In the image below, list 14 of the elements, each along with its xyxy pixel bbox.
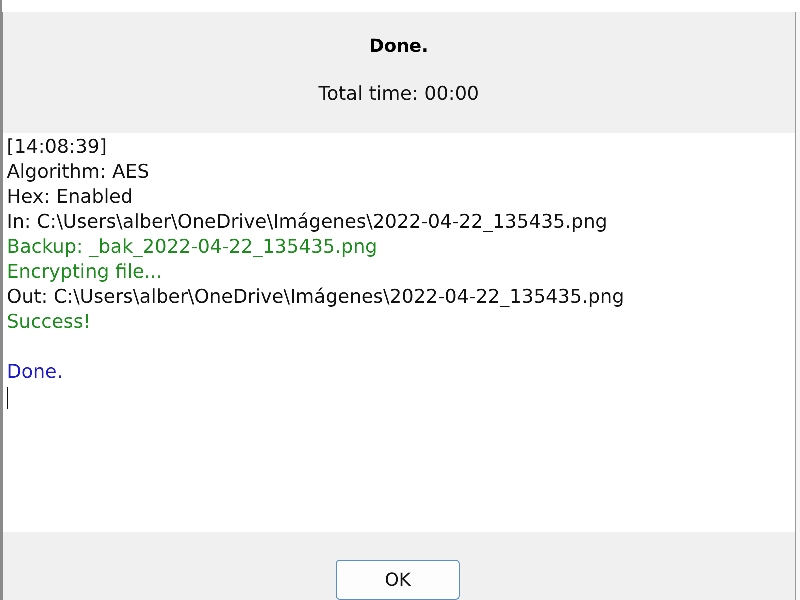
log-line: Backup: _bak_2022-04-22_135435.png <box>7 235 378 260</box>
log-line: Algorithm: AES <box>7 160 150 185</box>
log-line: In: C:\Users\alber\OneDrive\Imágenes\2022-04-22_135435.png <box>7 210 608 235</box>
text-cursor-icon <box>7 386 8 408</box>
log-line: Out: C:\Users\alber\OneDrive\Imágenes\2022-04-22_135435.png <box>7 285 624 310</box>
log-line: Success! <box>7 310 92 335</box>
log-line: Encrypting file... <box>7 260 163 285</box>
log-line: [14:08:39] <box>7 135 108 160</box>
total-time-text: Total time: 00:00 <box>318 82 480 107</box>
ok-button[interactable]: OK <box>336 560 460 600</box>
log-line: Hex: Enabled <box>7 185 134 210</box>
log-text-area[interactable] <box>3 133 795 532</box>
log-line: Done. <box>7 360 64 385</box>
dialog-title: Done. <box>369 35 429 59</box>
